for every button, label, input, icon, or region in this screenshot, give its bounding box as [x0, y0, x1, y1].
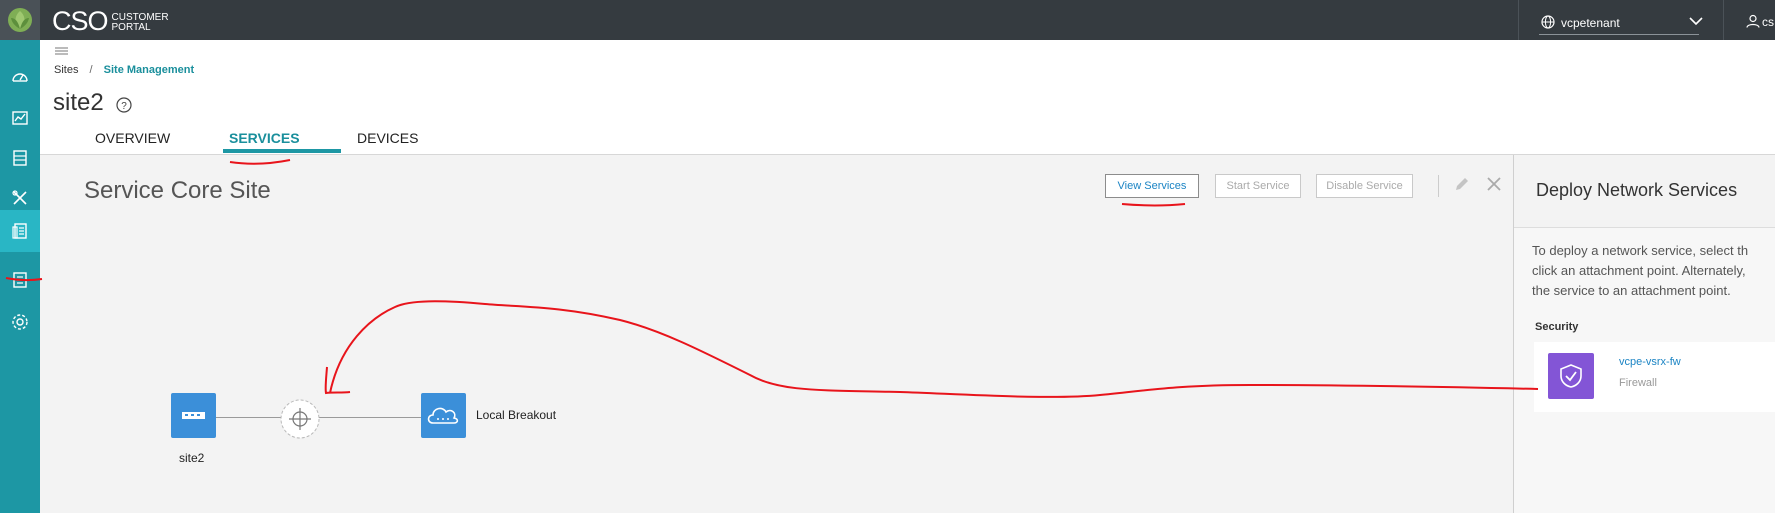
service-name[interactable]: vcpe-vsrx-fw — [1619, 356, 1681, 368]
section-security: Security — [1535, 321, 1579, 333]
site-device-icon — [171, 393, 216, 438]
brand-subtitle: CUSTOMER PORTAL — [111, 12, 169, 33]
nav-settings[interactable] — [0, 302, 40, 342]
tab-bar: OVERVIEW SERVICES DEVICES — [40, 128, 1775, 155]
panel-description-line: To deploy a network service, select th — [1532, 243, 1749, 258]
close-icon[interactable] — [1486, 176, 1502, 192]
panel-description-line: click an attachment point. Alternately, — [1532, 263, 1746, 278]
view-services-button[interactable]: View Services — [1105, 174, 1199, 198]
settings-icon — [12, 314, 28, 330]
tab-devices[interactable]: DEVICES — [357, 130, 418, 146]
disable-service-button[interactable]: Disable Service — [1316, 174, 1413, 198]
panel-header: Deploy Network Services — [1514, 155, 1775, 228]
tab-overview[interactable]: OVERVIEW — [95, 130, 170, 146]
service-type: Firewall — [1619, 377, 1657, 389]
panel-title: Deploy Network Services — [1536, 180, 1738, 200]
page-title: site2 — [53, 89, 104, 116]
brand-name: CSO — [52, 6, 109, 36]
start-service-button[interactable]: Start Service — [1215, 174, 1301, 198]
svg-text:?: ? — [121, 101, 127, 112]
brand: CSO CUSTOMER PORTAL — [52, 6, 169, 37]
top-bar: CSO CUSTOMER PORTAL vcpetenant cs — [0, 0, 1775, 40]
breadcrumb: Sites / Site Management — [54, 64, 194, 76]
toolbar-divider — [1438, 175, 1439, 197]
brand-subtitle-line2: PORTAL — [111, 21, 151, 33]
tab-services[interactable]: SERVICES — [229, 130, 300, 146]
administration-icon — [12, 223, 27, 239]
service-icon — [1548, 353, 1594, 399]
site-node[interactable] — [171, 393, 216, 443]
canvas-title: Service Core Site — [84, 177, 271, 204]
configuration-icon — [12, 190, 27, 205]
user-icon — [1746, 14, 1760, 28]
nav-resources[interactable] — [0, 138, 40, 178]
breadcrumb-sites[interactable]: Sites — [54, 64, 78, 76]
leaf-logo-icon — [8, 8, 32, 32]
crosshair-icon — [280, 399, 320, 439]
logo[interactable] — [0, 0, 40, 40]
nav-dashboard[interactable] — [0, 57, 40, 97]
deploy-services-panel: Deploy Network Services To deploy a netw… — [1513, 155, 1775, 513]
globe-icon — [1541, 15, 1555, 29]
chevron-down-icon[interactable] — [1689, 15, 1703, 27]
tenant-selector[interactable]: vcpetenant — [1518, 0, 1723, 40]
site-node-label: site2 — [179, 451, 205, 465]
nav-monitor[interactable] — [0, 98, 40, 138]
hamburger-menu-icon[interactable] — [55, 47, 69, 55]
left-nav — [0, 40, 40, 513]
breadcrumb-separator: / — [89, 64, 93, 76]
panel-description: To deploy a network service, select th c… — [1532, 241, 1775, 301]
panel-description-line: the service to an attachment point. — [1532, 283, 1731, 298]
local-breakout-node[interactable] — [421, 393, 466, 443]
reports-icon — [13, 272, 27, 288]
tenant-name: vcpetenant — [1561, 16, 1620, 30]
service-canvas: Service Core Site View Services Start Se… — [40, 155, 1513, 513]
nav-administration[interactable] — [0, 210, 40, 252]
user-name: cs — [1762, 15, 1774, 29]
user-menu[interactable]: cs — [1723, 0, 1775, 40]
monitor-icon — [12, 111, 28, 125]
help-icon[interactable]: ? — [116, 97, 132, 113]
resources-icon — [13, 150, 27, 166]
tenant-underline — [1539, 34, 1699, 35]
attachment-point[interactable] — [279, 398, 321, 445]
edit-icon[interactable] — [1454, 176, 1470, 192]
service-card-vcpe-vsrx-fw[interactable]: vcpe-vsrx-fw Firewall — [1534, 342, 1775, 412]
dashboard-icon — [12, 73, 28, 82]
breadcrumb-site-management[interactable]: Site Management — [104, 64, 194, 76]
active-tab-indicator — [223, 149, 341, 153]
shield-check-icon — [1560, 364, 1582, 388]
cloud-icon — [421, 393, 466, 438]
local-breakout-label: Local Breakout — [476, 408, 557, 422]
nav-reports[interactable] — [0, 260, 40, 300]
